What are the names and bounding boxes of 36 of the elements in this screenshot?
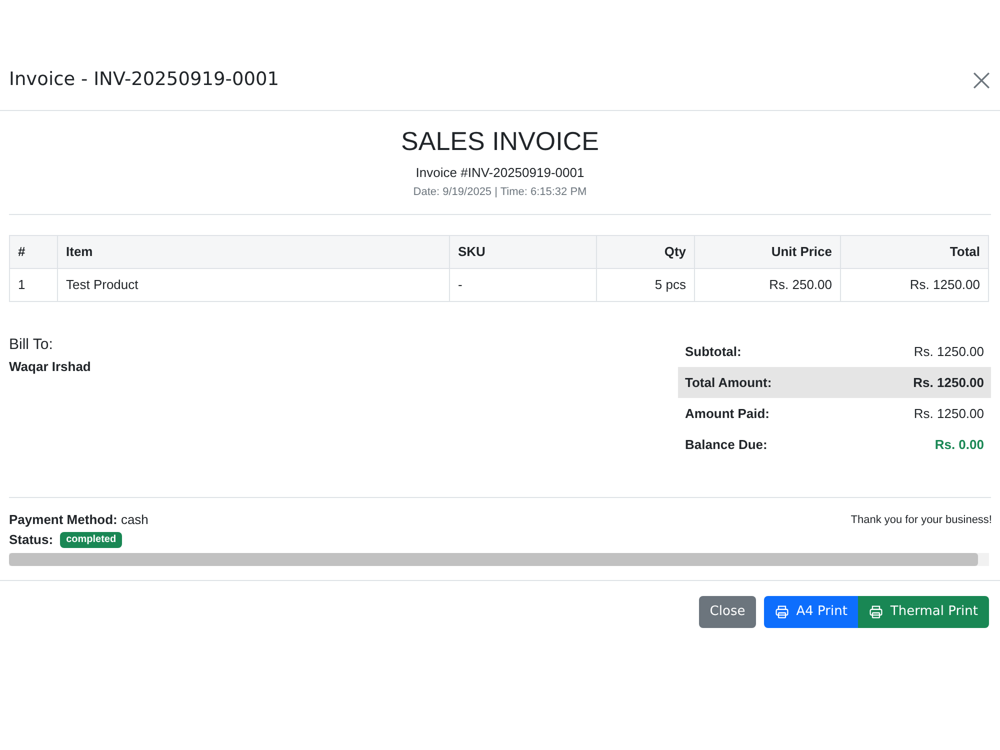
invoice-number: Invoice #INV-20250919-0001 bbox=[416, 165, 584, 181]
bill-to-label: Bill To: bbox=[9, 336, 54, 354]
print-button[interactable]: Thermal Print bbox=[858, 596, 989, 628]
invoice-heading: SALES INVOICE bbox=[401, 126, 599, 156]
table-cell: Rs. 1250.00 bbox=[840, 268, 988, 302]
total-label: Balance Due: bbox=[685, 436, 768, 454]
invoice-date-time: Date: 9/19/2025 | Time: 6:15:32 PM bbox=[413, 185, 587, 199]
column-header: Total bbox=[840, 236, 988, 268]
total-value: Rs. 1250.00 bbox=[913, 374, 984, 392]
column-header: Qty bbox=[596, 236, 694, 268]
customer-name: Waqar Irshad bbox=[9, 359, 91, 375]
table-cell: 1 bbox=[10, 268, 58, 302]
print-button[interactable]: A4 Print bbox=[764, 596, 858, 628]
total-label: Subtotal: bbox=[685, 342, 742, 361]
modal-title: Invoice - INV-20250919-0001 bbox=[9, 70, 280, 90]
payment-method: Payment Method: cash bbox=[9, 512, 148, 528]
status-badge: completed bbox=[60, 532, 122, 548]
column-header: Item bbox=[58, 236, 450, 268]
column-header: # bbox=[10, 236, 58, 268]
column-header: Unit Price bbox=[694, 236, 840, 268]
table-cell: - bbox=[450, 268, 596, 302]
table-cell: Rs. 250.00 bbox=[694, 268, 840, 302]
column-header: SKU bbox=[450, 236, 596, 268]
total-value: Rs. 0.00 bbox=[934, 436, 984, 454]
total-value: Rs. 1250.00 bbox=[914, 404, 984, 423]
table-cell: Test Product bbox=[58, 268, 450, 302]
printer-icon bbox=[869, 605, 884, 619]
close-icon[interactable] bbox=[973, 72, 990, 88]
thank-you-note: Thank you for your business! bbox=[850, 513, 992, 527]
status-label: Status: bbox=[9, 532, 54, 548]
table-cell: 5 pcs bbox=[596, 268, 694, 302]
close-button[interactable]: Close bbox=[698, 596, 756, 628]
total-value: Rs. 1250.00 bbox=[914, 342, 984, 361]
printer-icon bbox=[775, 605, 790, 619]
total-label: Amount Paid: bbox=[685, 404, 770, 423]
total-label: Total Amount: bbox=[685, 374, 772, 392]
